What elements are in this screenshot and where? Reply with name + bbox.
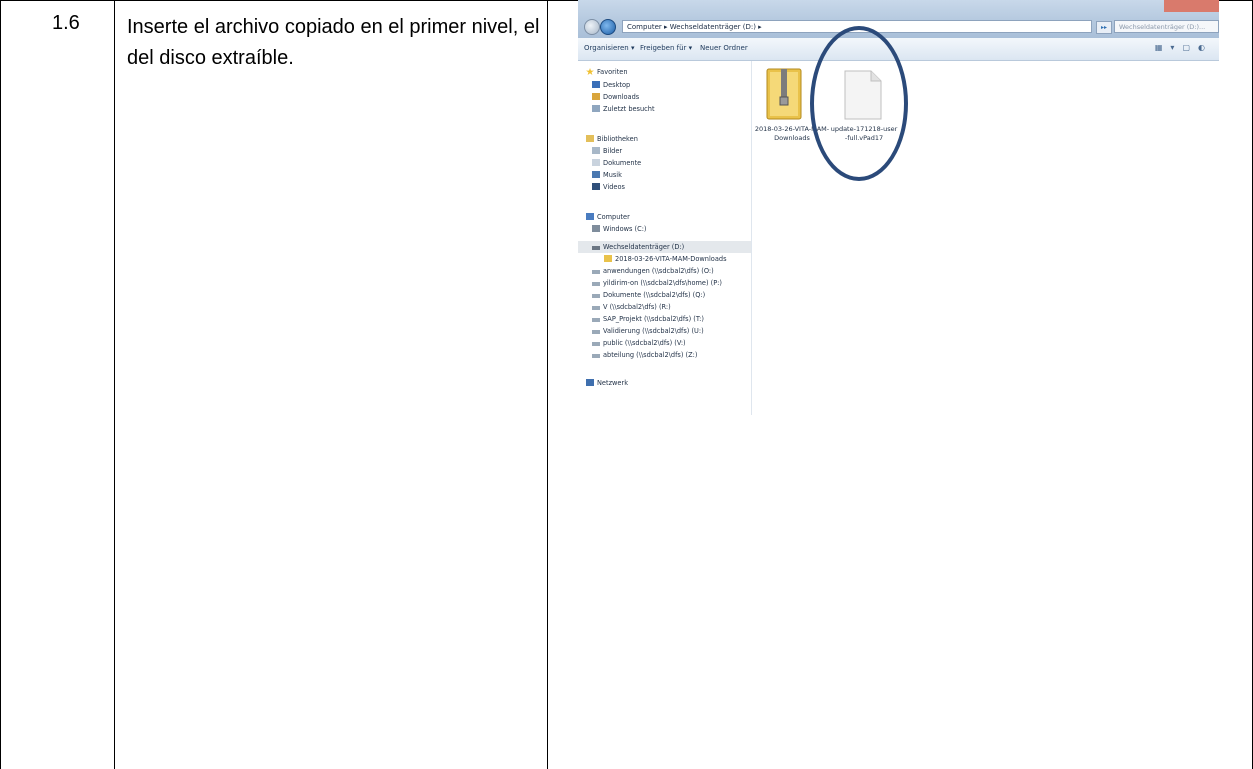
step-instruction: Inserte el archivo copiado en el primer … xyxy=(127,16,540,69)
nav-pictures[interactable]: Bilder xyxy=(592,147,622,155)
network-icon xyxy=(586,379,594,386)
nav-desktop[interactable]: Desktop xyxy=(592,81,630,89)
nav-folder-vita[interactable]: 2018-03-26-VITA-MAM-Downloads xyxy=(604,255,727,263)
network-drive-icon xyxy=(592,306,600,310)
nav-drive-u[interactable]: Validierung (\\sdcbal2\dfs) (U:) xyxy=(592,327,704,335)
desktop-icon xyxy=(592,81,600,88)
nav-recent[interactable]: Zuletzt besucht xyxy=(592,105,655,113)
computer-icon xyxy=(586,213,594,220)
window-controls[interactable] xyxy=(1164,0,1219,12)
network-drive-icon xyxy=(592,318,600,322)
view-options-icon[interactable]: ▦▾▢◐ xyxy=(1155,43,1213,52)
step-number: 1.6 xyxy=(52,12,80,34)
downloads-icon xyxy=(592,93,600,100)
network-drive-icon xyxy=(592,282,600,286)
nav-computer[interactable]: Computer xyxy=(586,213,630,221)
nav-drive-o-label: anwendungen (\\sdcbal2\dfs) (O:) xyxy=(603,267,714,275)
table-divider-1 xyxy=(114,0,115,769)
highlight-circle xyxy=(810,26,908,181)
videos-icon xyxy=(592,183,600,190)
table-divider-2 xyxy=(547,0,548,769)
address-bar-area: Computer ▸ Wechseldatenträger (D:) ▸ ▸▸ … xyxy=(578,0,1219,38)
recent-places-icon xyxy=(592,105,600,112)
nav-drive-p[interactable]: yildirim-on (\\sdcbal2\dfs\home) (P:) xyxy=(592,279,722,287)
network-drive-icon xyxy=(592,270,600,274)
new-folder-button[interactable]: Neuer Ordner xyxy=(700,44,748,52)
nav-drive-v[interactable]: public (\\sdcbal2\dfs) (V:) xyxy=(592,339,686,347)
nav-drive-z[interactable]: abteilung (\\sdcbal2\dfs) (Z:) xyxy=(592,351,697,359)
network-drive-icon xyxy=(592,342,600,346)
music-icon xyxy=(592,171,600,178)
nav-documents-label: Dokumente xyxy=(603,159,642,167)
nav-drive-z-label: abteilung (\\sdcbal2\dfs) (Z:) xyxy=(603,351,698,359)
nav-drive-q-label: Dokumente (\\sdcbal2\dfs) (Q:) xyxy=(603,291,706,299)
network-drive-icon xyxy=(592,354,600,358)
nav-drive-r-label: V (\\sdcbal2\dfs) (R:) xyxy=(603,303,671,311)
nav-downloads[interactable]: Downloads xyxy=(592,93,639,101)
nav-videos-label: Videos xyxy=(603,183,625,191)
nav-libraries[interactable]: Bibliotheken xyxy=(586,135,638,143)
share-button[interactable]: Freigeben für ▾ xyxy=(640,44,692,52)
organize-button[interactable]: Organisieren ▾ xyxy=(584,44,634,52)
nav-drive-t-label: SAP_Projekt (\\sdcbal2\dfs) (T:) xyxy=(603,315,704,323)
zip-folder-icon[interactable] xyxy=(766,67,802,121)
nav-recent-label: Zuletzt besucht xyxy=(603,105,655,113)
search-input[interactable]: Wechseldatenträger (D:)... xyxy=(1114,20,1219,33)
forward-button[interactable] xyxy=(600,19,616,35)
pictures-icon xyxy=(592,147,600,154)
nav-drive-t[interactable]: SAP_Projekt (\\sdcbal2\dfs) (T:) xyxy=(592,315,704,323)
nav-drive-p-label: yildirim-on (\\sdcbal2\dfs\home) (P:) xyxy=(603,279,722,287)
nav-favorites[interactable]: Favoriten xyxy=(586,68,628,76)
refresh-icon[interactable]: ▸▸ xyxy=(1096,21,1112,34)
network-drive-icon xyxy=(592,330,600,334)
nav-desktop-label: Desktop xyxy=(603,81,631,89)
nav-drive-o[interactable]: anwendungen (\\sdcbal2\dfs) (O:) xyxy=(592,267,714,275)
nav-downloads-label: Downloads xyxy=(603,93,640,101)
nav-computer-label: Computer xyxy=(597,213,630,221)
navigation-pane: Favoriten Desktop Downloads Zuletzt besu… xyxy=(578,61,752,415)
nav-favorites-label: Favoriten xyxy=(597,68,628,76)
nav-drive-d[interactable]: Wechseldatenträger (D:) xyxy=(592,243,684,251)
nav-drive-r[interactable]: V (\\sdcbal2\dfs) (R:) xyxy=(592,303,671,311)
back-button[interactable] xyxy=(584,19,600,35)
nav-pictures-label: Bilder xyxy=(603,147,623,155)
nav-videos[interactable]: Videos xyxy=(592,183,625,191)
nav-drive-u-label: Validierung (\\sdcbal2\dfs) (U:) xyxy=(603,327,704,335)
nav-drive-c[interactable]: Windows (C:) xyxy=(592,225,647,233)
removable-drive-icon xyxy=(592,246,600,250)
libraries-icon xyxy=(586,135,594,142)
nav-drive-d-label: Wechseldatenträger (D:) xyxy=(603,243,685,251)
nav-documents[interactable]: Dokumente xyxy=(592,159,641,167)
documents-icon xyxy=(592,159,600,166)
nav-network[interactable]: Netzwerk xyxy=(586,379,628,387)
nav-drive-q[interactable]: Dokumente (\\sdcbal2\dfs) (Q:) xyxy=(592,291,705,299)
nav-music-label: Musik xyxy=(603,171,622,179)
explorer-screenshot: Computer ▸ Wechseldatenträger (D:) ▸ ▸▸ … xyxy=(578,0,1219,415)
network-drive-icon xyxy=(592,294,600,298)
drive-icon xyxy=(592,225,600,232)
nav-music[interactable]: Musik xyxy=(592,171,622,179)
nav-drive-v-label: public (\\sdcbal2\dfs) (V:) xyxy=(603,339,686,347)
zip-folder-icon xyxy=(604,255,612,262)
nav-libraries-label: Bibliotheken xyxy=(597,135,638,143)
nav-drive-c-label: Windows (C:) xyxy=(603,225,647,233)
star-icon xyxy=(586,68,594,75)
nav-network-label: Netzwerk xyxy=(597,379,629,387)
table-left-border xyxy=(0,0,1,769)
nav-folder-vita-label: 2018-03-26-VITA-MAM-Downloads xyxy=(615,255,727,263)
